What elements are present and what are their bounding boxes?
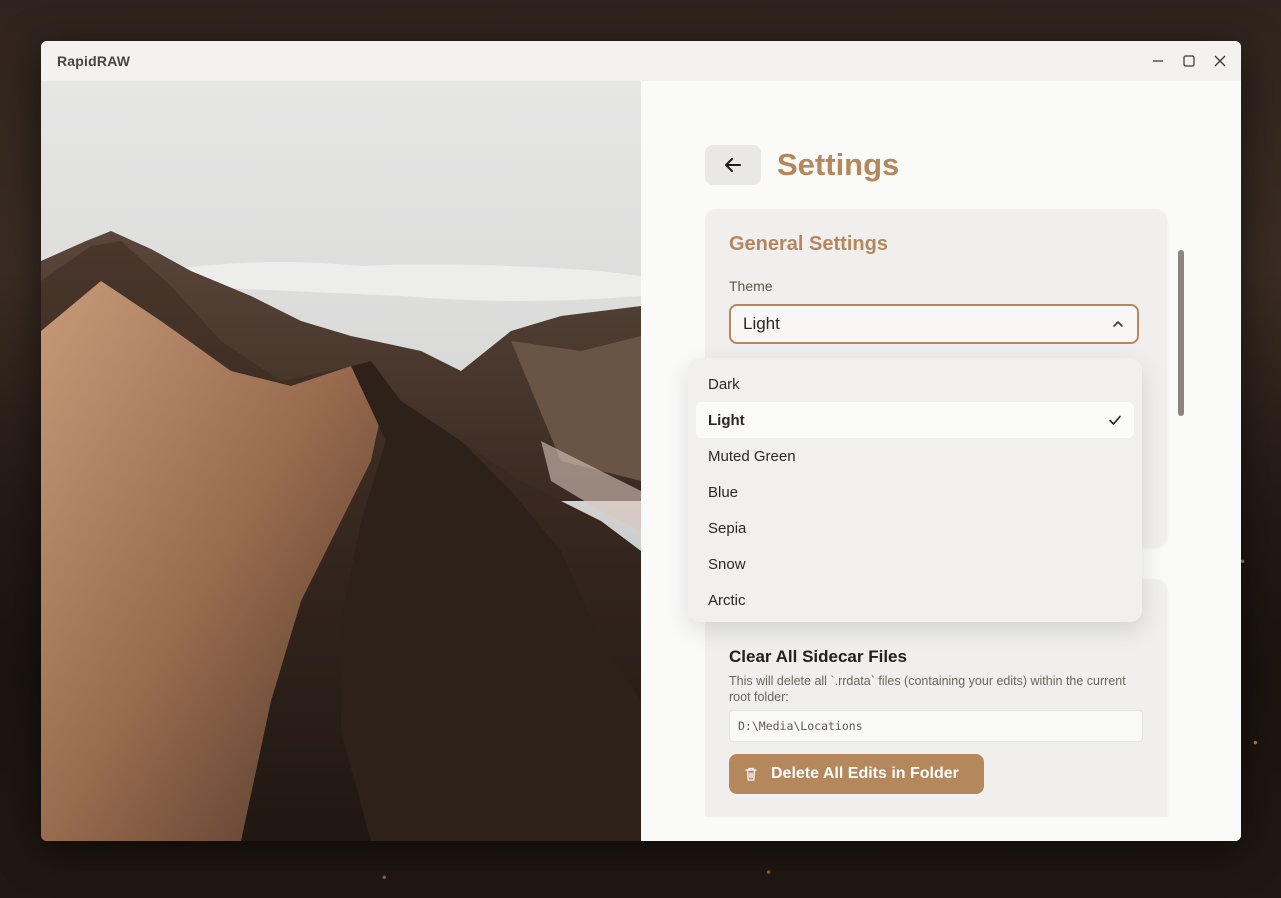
theme-select[interactable]: Light <box>729 304 1139 344</box>
trash-icon <box>745 767 757 781</box>
theme-option-label: Light <box>708 411 745 429</box>
scrollbar-thumb[interactable] <box>1178 250 1184 416</box>
maximize-icon <box>1182 55 1195 67</box>
mountain-photo <box>41 81 641 841</box>
clear-sidecar-title: Clear All Sidecar Files <box>729 647 907 666</box>
theme-label: Theme <box>729 278 773 294</box>
theme-option-light[interactable]: Light <box>696 402 1134 438</box>
general-settings-title: General Settings <box>729 233 888 255</box>
title-bar: RapidRAW <box>41 41 1241 81</box>
theme-option-blue[interactable]: Blue <box>696 474 1134 510</box>
clear-sidecar-description: This will delete all `.rrdata` files (co… <box>729 674 1126 704</box>
page-title: Settings <box>777 147 900 182</box>
delete-all-edits-button[interactable]: Delete All Edits in Folder <box>729 754 984 794</box>
theme-option-snow[interactable]: Snow <box>696 546 1134 582</box>
close-icon <box>1214 55 1225 67</box>
theme-dropdown-menu: Dark Light Muted Green Blue Sepia Snow A… <box>688 358 1142 622</box>
settings-header: Settings <box>705 145 899 185</box>
theme-option-dark[interactable]: Dark <box>696 366 1134 402</box>
back-button[interactable] <box>705 145 761 185</box>
chevron-up-icon <box>1113 321 1123 327</box>
preview-image <box>41 81 641 841</box>
theme-option-sepia[interactable]: Sepia <box>696 510 1134 546</box>
minimize-icon <box>1152 60 1163 62</box>
theme-select-value: Light <box>743 314 780 333</box>
root-folder-path: D:\Media\Locations <box>729 710 1143 742</box>
close-button[interactable] <box>1204 41 1235 81</box>
minimize-button[interactable] <box>1142 41 1173 81</box>
theme-option-arctic[interactable]: Arctic <box>696 582 1134 618</box>
window-controls <box>1142 41 1235 81</box>
delete-all-edits-label: Delete All Edits in Folder <box>771 765 959 782</box>
theme-option-muted-green[interactable]: Muted Green <box>696 438 1134 474</box>
arrow-left-icon <box>725 158 741 172</box>
check-icon <box>1109 415 1121 425</box>
scrollbar[interactable] <box>1178 250 1184 840</box>
maximize-button[interactable] <box>1173 41 1204 81</box>
app-title: RapidRAW <box>57 53 131 69</box>
